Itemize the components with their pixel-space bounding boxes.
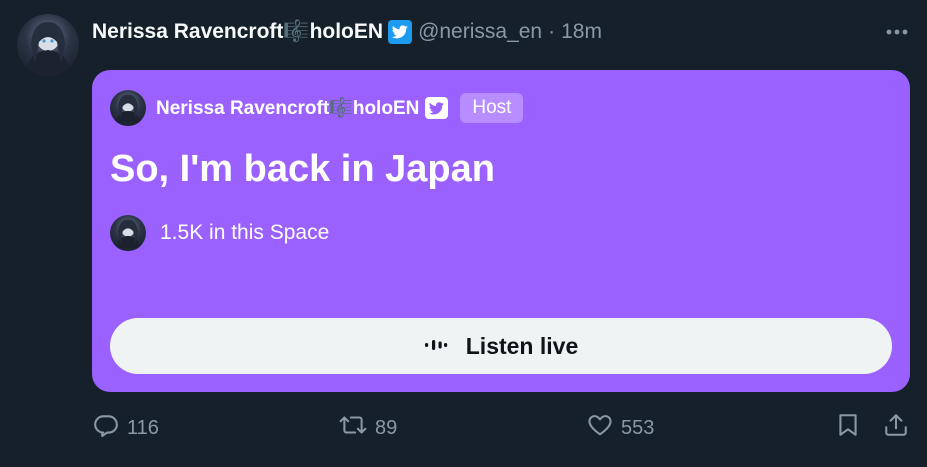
avatar-image [25,22,71,76]
host-avatar [110,90,146,126]
audio-wave-icon [424,338,448,355]
listen-live-button[interactable]: Listen live [110,318,892,374]
more-dots-icon[interactable] [885,22,909,42]
header-separator: · [548,20,556,43]
reply-button[interactable]: 116 [93,410,159,446]
bookmark-button[interactable] [835,410,861,446]
host-display-name: Nerissa Ravencroft🎼holoEN [156,98,420,119]
space-title: So, I'm back in Japan [110,148,495,190]
author-display-name[interactable]: Nerissa Ravencroft🎼holoEN [92,20,383,44]
verified-badge-icon [388,20,413,44]
bookmark-icon [835,412,861,444]
like-button[interactable]: 553 [587,410,654,446]
listener-count: 1.5K in this Space [160,221,330,244]
author-avatar[interactable] [17,14,79,76]
reply-icon [93,412,119,444]
space-card[interactable]: Nerissa Ravencroft🎼holoEN Host So, I'm b… [92,70,910,392]
tweet[interactable]: Nerissa Ravencroft🎼holoEN @nerissa_en · … [0,0,927,467]
retweet-icon [339,412,367,444]
listener-avatar [110,215,146,251]
share-icon [883,412,909,444]
author-handle[interactable]: @nerissa_en [418,20,542,44]
retweet-button[interactable]: 89 [339,410,397,446]
listen-live-label: Listen live [465,332,579,359]
verified-badge-icon [425,97,449,119]
space-listeners-row: 1.5K in this Space [110,213,329,253]
heart-icon [587,412,613,444]
tweet-timestamp[interactable]: 18m [561,20,602,44]
like-count: 553 [621,416,655,439]
tweet-header: Nerissa Ravencroft🎼holoEN @nerissa_en · … [92,18,602,46]
retweet-count: 89 [375,416,398,439]
share-button[interactable] [883,410,909,446]
space-host-row: Nerissa Ravencroft🎼holoEN Host [110,88,524,128]
host-badge: Host [460,93,524,123]
reply-count: 116 [127,416,159,439]
tweet-actions: 116 89 553 [0,410,927,446]
